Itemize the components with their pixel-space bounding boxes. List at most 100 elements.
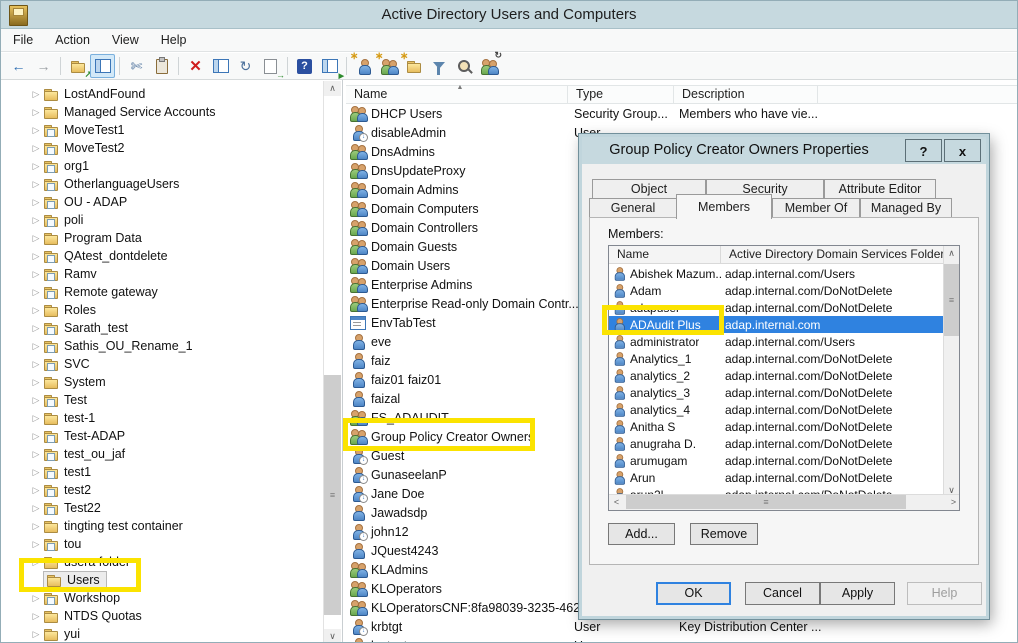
expander-icon[interactable]: ▷ <box>29 485 43 496</box>
tree-item[interactable]: ▷ Test-ADAP <box>1 427 321 445</box>
expander-icon[interactable]: ▷ <box>29 323 43 334</box>
scroll-up-icon[interactable]: ∧ <box>324 81 341 96</box>
tree-item[interactable]: ▷ System <box>1 373 321 391</box>
members-vscroll-thumb[interactable]: ≡ <box>944 264 959 336</box>
back-icon[interactable]: ← <box>6 54 31 78</box>
expander-icon[interactable]: ▷ <box>29 539 43 550</box>
tree-item[interactable]: ▷ test_ou_jaf <box>1 445 321 463</box>
member-row[interactable]: ADAudit Plus adap.internal.com <box>609 316 946 333</box>
tree-item[interactable]: ▷ Test22 <box>1 499 321 517</box>
expander-icon[interactable]: ▷ <box>29 287 43 298</box>
tree-item[interactable]: ▷ test1 <box>1 463 321 481</box>
expander-icon[interactable]: ▷ <box>29 431 43 442</box>
scroll-right-icon[interactable]: > <box>946 495 960 509</box>
expander-icon[interactable]: ▷ <box>29 233 43 244</box>
refresh-icon[interactable]: ↻ <box>233 54 258 78</box>
member-row[interactable]: analytics_2 adap.internal.com/DoNotDelet… <box>609 367 946 384</box>
forward-icon[interactable]: → <box>31 54 56 78</box>
expander-icon[interactable]: ▷ <box>29 593 43 604</box>
scroll-up-icon[interactable]: ∧ <box>944 246 959 260</box>
expander-icon[interactable]: ▷ <box>29 305 43 316</box>
member-row[interactable]: Adam adap.internal.com/DoNotDelete <box>609 282 946 299</box>
menu-action[interactable]: Action <box>55 33 90 47</box>
members-column-folder[interactable]: Active Directory Domain Services Folder <box>721 246 946 264</box>
ok-button[interactable]: OK <box>656 582 731 605</box>
expander-icon[interactable]: ▷ <box>29 413 43 424</box>
tree-item[interactable]: ▷ tingting test container <box>1 517 321 535</box>
tab-general[interactable]: General <box>589 198 677 218</box>
tree-item[interactable]: ▷ SVC <box>1 355 321 373</box>
tree-item[interactable]: ▷ Sathis_OU_Rename_1 <box>1 337 321 355</box>
tree-item[interactable]: ▷ LostAndFound <box>1 85 321 103</box>
new-user-icon[interactable]: ∗ <box>351 54 376 78</box>
tree-item[interactable]: ▷ Program Data <box>1 229 321 247</box>
column-header-name[interactable]: Name ▲ <box>346 85 568 104</box>
window-list-icon[interactable]: ▶ <box>317 54 342 78</box>
tree-item[interactable]: ▷ Workshop <box>1 589 321 607</box>
member-row[interactable]: Anitha S adap.internal.com/DoNotDelete <box>609 418 946 435</box>
list-item[interactable]: DHCP Users Security Group... Members who… <box>346 104 1017 123</box>
tree-item[interactable]: ▷ test2 <box>1 481 321 499</box>
tree-scrollbar-thumb[interactable]: ≡ <box>324 375 341 615</box>
tree-item[interactable]: ▷ poli <box>1 211 321 229</box>
member-row[interactable]: administrator adap.internal.com/Users <box>609 333 946 350</box>
tree-item[interactable]: ▷ OU - ADAP <box>1 193 321 211</box>
member-row[interactable]: analytics_4 adap.internal.com/DoNotDelet… <box>609 401 946 418</box>
expander-icon[interactable]: ▷ <box>29 611 43 622</box>
expander-icon[interactable]: ▷ <box>29 215 43 226</box>
tab-managed-by[interactable]: Managed By <box>860 198 952 218</box>
member-row[interactable]: anugraha D. adap.internal.com/DoNotDelet… <box>609 435 946 452</box>
delegation-icon[interactable]: ↻ <box>476 54 501 78</box>
member-row[interactable]: analytics_3 adap.internal.com/DoNotDelet… <box>609 384 946 401</box>
menu-view[interactable]: View <box>112 33 139 47</box>
remove-button[interactable]: Remove <box>690 523 758 545</box>
apply-button[interactable]: Apply <box>820 582 895 605</box>
expander-icon[interactable]: ▷ <box>29 377 43 388</box>
tree-item[interactable]: ▷ Remote gateway <box>1 283 321 301</box>
tab-attribute-editor[interactable]: Attribute Editor <box>824 179 936 199</box>
expander-icon[interactable]: ▷ <box>29 503 43 514</box>
expander-icon[interactable]: ▷ <box>29 359 43 370</box>
menu-help[interactable]: Help <box>161 33 187 47</box>
tree-item[interactable]: ▷ tou <box>1 535 321 553</box>
find-icon[interactable] <box>451 54 476 78</box>
tree-item[interactable]: ▷ org1 <box>1 157 321 175</box>
expander-icon[interactable]: ▷ <box>29 179 43 190</box>
scroll-down-icon[interactable]: ∨ <box>324 629 341 643</box>
members-vscrollbar[interactable]: ∧ ≡ ∨ <box>943 246 959 497</box>
tab-member-of[interactable]: Member Of <box>772 198 860 218</box>
member-row[interactable]: Analytics_1 adap.internal.com/DoNotDelet… <box>609 350 946 367</box>
tree-item[interactable]: ▷ usera folder <box>1 553 321 571</box>
tree-item[interactable]: ▷ test-1 <box>1 409 321 427</box>
help-icon[interactable]: ? <box>292 54 317 78</box>
column-header-description[interactable]: Description <box>674 85 818 104</box>
member-row[interactable]: adapuser adap.internal.com/DoNotDelete <box>609 299 946 316</box>
tree-item[interactable]: ▷ Roles <box>1 301 321 319</box>
list-item[interactable]: ↓krbtgt User Key Distribution Center ... <box>346 617 1017 636</box>
properties-icon[interactable] <box>208 54 233 78</box>
dialog-close-button[interactable]: x <box>944 139 981 162</box>
paste-icon[interactable] <box>149 54 174 78</box>
expander-icon[interactable]: ▷ <box>29 251 43 262</box>
expander-icon[interactable]: ▷ <box>29 269 43 280</box>
member-row[interactable]: Arun adap.internal.com/DoNotDelete <box>609 469 946 486</box>
cancel-button[interactable]: Cancel <box>745 582 820 605</box>
tree-item[interactable]: ▷ MoveTest2 <box>1 139 321 157</box>
expander-icon[interactable]: ▷ <box>29 341 43 352</box>
tree-scrollbar[interactable]: ∧ ≡ ∨ <box>323 81 341 643</box>
delete-icon[interactable]: ✕ <box>183 54 208 78</box>
column-header-type[interactable]: Type <box>568 85 674 104</box>
expander-icon[interactable]: ▷ <box>29 467 43 478</box>
member-row[interactable]: arumugam adap.internal.com/DoNotDelete <box>609 452 946 469</box>
new-group-icon[interactable]: ∗ <box>376 54 401 78</box>
tree-item[interactable]: ▷ Ramv <box>1 265 321 283</box>
add-button[interactable]: Add... <box>608 523 675 545</box>
new-ou-icon[interactable]: ∗ <box>401 54 426 78</box>
members-hscrollbar[interactable]: < ≡ > <box>609 494 960 510</box>
expander-icon[interactable]: ▷ <box>29 143 43 154</box>
expander-icon[interactable]: ▷ <box>29 197 43 208</box>
members-column-name[interactable]: Name <box>609 246 721 264</box>
tree-item[interactable]: Users <box>1 571 321 589</box>
members-hscroll-thumb[interactable]: ≡ <box>626 495 906 509</box>
menu-file[interactable]: File <box>13 33 33 47</box>
